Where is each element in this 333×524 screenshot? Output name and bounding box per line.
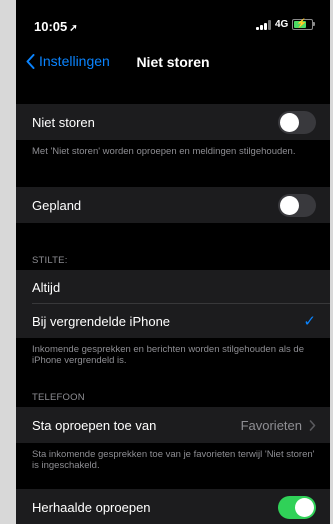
phone-footer: Sta inkomende gesprekken toe van je favo…	[32, 449, 315, 471]
location-arrow-icon: ➚	[69, 23, 78, 34]
scheduled-label: Gepland	[32, 198, 82, 213]
always-option[interactable]: Altijd	[16, 270, 330, 304]
silence-footer: Inkomende gesprekken en berichten worden…	[32, 344, 304, 366]
scheduled-row: Gepland	[16, 187, 330, 223]
repeated-calls-toggle[interactable]	[278, 496, 316, 519]
repeated-calls-label: Herhaalde oproepen	[32, 500, 151, 515]
signal-icon	[256, 20, 272, 30]
dnd-row: Niet storen	[16, 104, 330, 140]
navigation-bar: Instellingen Niet storen	[16, 44, 330, 80]
page-title: Niet storen	[136, 54, 210, 70]
always-label: Altijd	[32, 280, 61, 295]
status-bar: 10:05 ➚ 4G ⚡	[16, 0, 330, 44]
battery-icon: ⚡	[292, 18, 313, 30]
scheduled-toggle[interactable]	[278, 194, 316, 217]
phone-screen: 10:05 ➚ 4G ⚡ Instellingen Niet storen Nie…	[16, 0, 330, 524]
dnd-label: Niet storen	[32, 115, 95, 130]
phone-header: TELEFOON	[32, 392, 85, 403]
network-type: 4G	[275, 19, 289, 30]
allow-calls-value-text: Favorieten	[240, 418, 302, 433]
allow-calls-label: Sta oproepen toe van	[32, 418, 157, 433]
locked-label: Bij vergrendelde iPhone	[32, 314, 171, 329]
dnd-toggle[interactable]	[278, 111, 316, 134]
locked-option[interactable]: Bij vergrendelde iPhone ✓	[16, 304, 330, 338]
repeated-calls-row: Herhaalde oproepen	[16, 489, 330, 524]
status-time: 10:05 ➚	[34, 19, 78, 34]
dnd-footer: Met 'Niet storen' worden oproepen en mel…	[32, 146, 296, 157]
checkmark-icon: ✓	[303, 313, 316, 330]
silence-header: STILTE:	[32, 255, 68, 266]
allow-calls-value: Favorieten	[241, 418, 316, 433]
allow-calls-row[interactable]: Sta oproepen toe van Favorieten	[16, 407, 330, 443]
chevron-right-icon	[309, 420, 316, 431]
